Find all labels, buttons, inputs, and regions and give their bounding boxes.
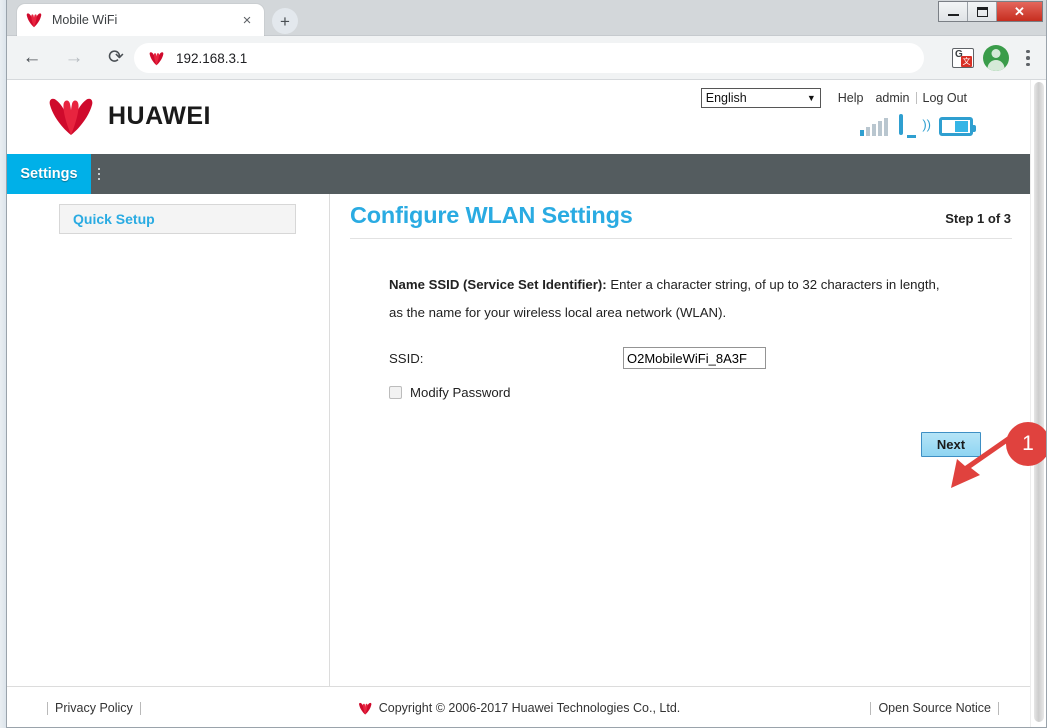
back-button[interactable]: ← [15,41,49,75]
window-controls: ✕ [938,1,1043,22]
ssid-input[interactable] [623,347,766,369]
router-web-ui: HUAWEI English ▼ Help admin Log Out)) S… [7,80,1030,727]
footer-right: Open Source Notice [870,701,999,715]
page-title: Configure WLAN Settings [350,202,633,228]
signal-bars-icon [860,118,888,136]
tab-title: Mobile WiFi [52,13,118,27]
step-indicator: Step 1 of 3 [945,211,1011,226]
header-top-links: English ▼ Help admin Log Out [700,88,973,108]
annotation-badge-number: 1 [1022,432,1034,455]
window-restore-button[interactable] [968,2,997,21]
huawei-logo: HUAWEI [47,96,211,136]
browser-toolbar: ← → ⟳ 192.168.3.1 G 文 [7,36,1046,80]
footer-copyright: Copyright © 2006-2017 Huawei Technologie… [357,701,681,715]
next-button[interactable]: Next [921,432,981,457]
sidebar-content-divider [329,194,330,686]
window-close-button[interactable]: ✕ [997,2,1042,21]
close-icon: ✕ [1014,3,1025,19]
page-scrollbar[interactable] [1030,80,1046,727]
restore-icon [976,6,988,17]
form-actions: Next [389,432,1012,457]
page-viewport: HUAWEI English ▼ Help admin Log Out)) S… [7,80,1046,727]
screen-root: Mobile WiFi × + ✕ ← → ⟳ 192.168.3.1 G 文 … [0,0,1047,728]
router-footer: Privacy Policy Copyright © 2006-2017 Hua… [7,686,1030,727]
language-select-value: English [705,91,747,105]
chevron-down-icon: ▼ [806,93,816,103]
translate-icon[interactable]: G 文 [952,48,974,68]
reload-button[interactable]: ⟳ [99,41,133,75]
huawei-wordmark: HUAWEI [108,101,211,130]
sidebar-item-quick-setup[interactable]: Quick Setup [59,204,296,234]
browser-tab-strip: Mobile WiFi × + ✕ [7,0,1046,36]
tab-close-icon[interactable]: × [238,11,256,29]
modify-password-row[interactable]: Modify Password [389,385,1012,400]
nav-tab-settings[interactable]: Settings [7,154,91,194]
sidebar: Quick Setup [7,194,329,234]
router-nav-bar: Settings [7,154,1030,194]
router-body: Quick Setup Configure WLAN Settings Step… [7,194,1030,727]
browser-window: Mobile WiFi × + ✕ ← → ⟳ 192.168.3.1 G 文 … [6,0,1047,728]
modify-password-label: Modify Password [410,385,511,400]
profile-avatar[interactable] [983,45,1009,71]
minimize-icon [947,13,959,16]
address-bar-url: 192.168.3.1 [176,50,248,66]
help-link[interactable]: Help [832,91,870,105]
content-panel: Configure WLAN Settings Step 1 of 3 Name… [350,194,1012,457]
annotation-badge-1: 1 [1006,422,1046,466]
admin-link[interactable]: admin [869,91,915,105]
huawei-favicon [26,13,42,28]
ssid-label: SSID: [389,350,424,366]
content-header: Configure WLAN Settings Step 1 of 3 [350,194,1012,239]
window-minimize-button[interactable] [939,2,968,21]
privacy-policy-link[interactable]: Privacy Policy [48,701,140,715]
address-bar[interactable]: 192.168.3.1 [134,43,924,73]
nav-separator-dots-icon [91,154,107,194]
battery-icon [939,117,976,136]
form-description: Name SSID (Service Set Identifier): Ente… [389,271,949,327]
logout-link[interactable]: Log Out [917,91,973,105]
form-description-bold: Name SSID (Service Set Identifier): [389,277,607,292]
sidebar-item-label: Quick Setup [73,211,155,227]
wlan-form: Name SSID (Service Set Identifier): Ente… [350,239,1012,457]
scrollbar-thumb[interactable] [1034,82,1044,722]
language-select[interactable]: English ▼ [700,88,821,108]
browser-tab[interactable]: Mobile WiFi × [17,4,264,36]
ssid-field-row: SSID: [389,347,1012,369]
new-tab-button[interactable]: + [272,8,298,34]
copyright-text: Copyright © 2006-2017 Huawei Technologie… [378,701,681,715]
huawei-mini-logo-icon [358,702,371,715]
router-header: HUAWEI English ▼ Help admin Log Out)) [7,80,1030,154]
footer-left: Privacy Policy [47,701,141,715]
translate-badge: 文 [961,56,972,67]
wifi-monitor-icon: )) [899,114,931,138]
address-bar-favicon [149,51,164,65]
huawei-flower-icon [49,98,93,135]
open-source-notice-link[interactable]: Open Source Notice [871,701,998,715]
modify-password-checkbox[interactable] [389,386,402,399]
forward-button[interactable]: → [57,41,91,75]
three-dot-menu-icon[interactable] [1018,45,1038,71]
status-icons: )) [860,114,976,138]
toolbar-actions: G 文 [952,36,1038,80]
